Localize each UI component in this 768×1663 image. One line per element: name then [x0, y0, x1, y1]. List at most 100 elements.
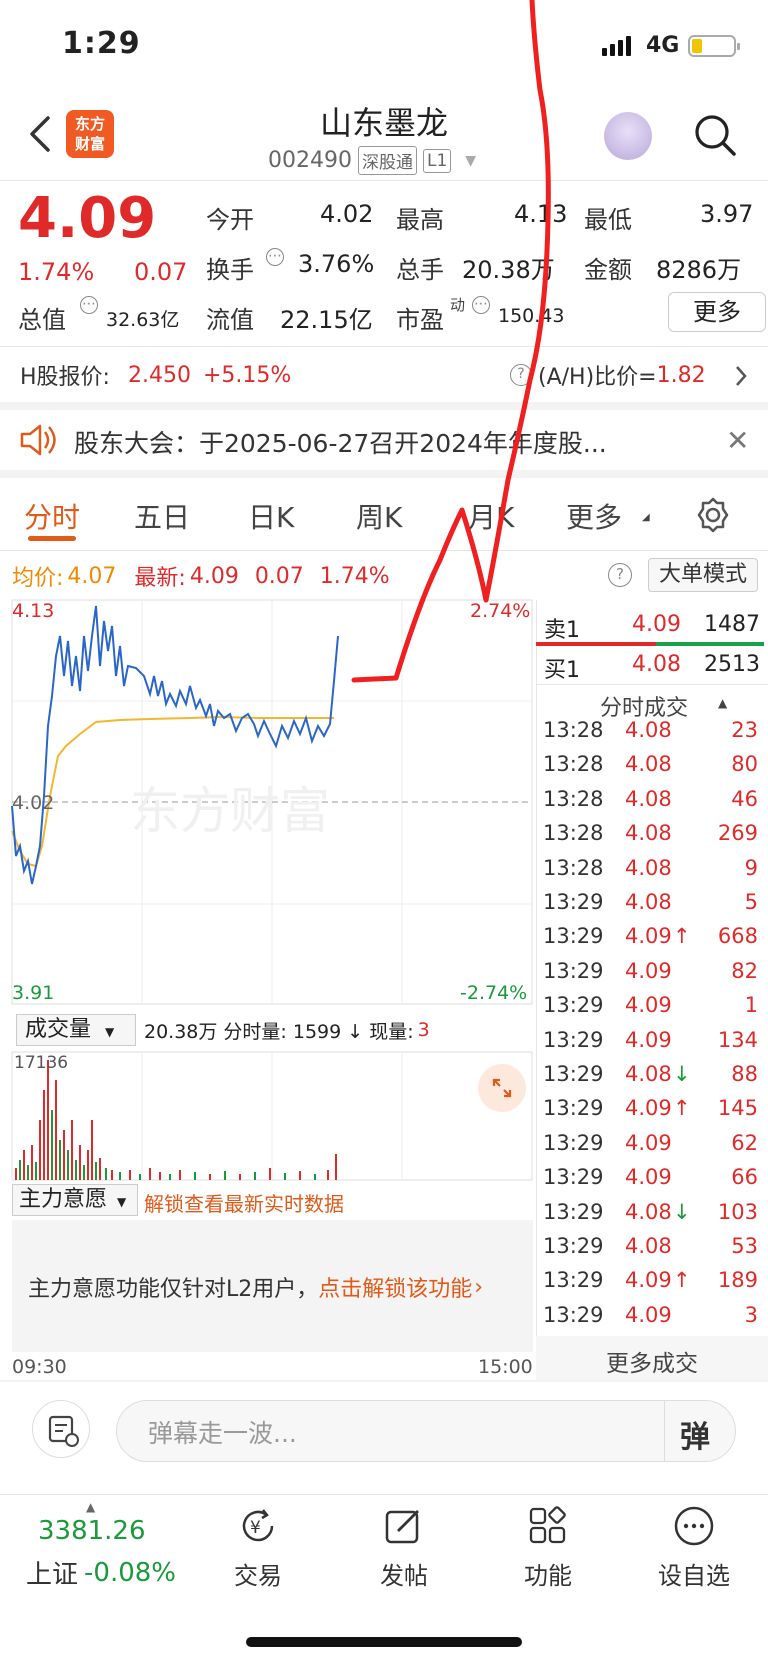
intraday-price-chart[interactable]: 东方财富 [0, 596, 534, 1006]
tab-more[interactable]: 更多 [566, 496, 622, 536]
caret-icon: ◢ [642, 512, 650, 523]
index-row[interactable]: 上证 -0.08% [26, 1554, 176, 1591]
close-icon[interactable]: ✕ [726, 424, 749, 457]
trade-icon[interactable]: ¥ [236, 1504, 280, 1552]
stock-code-row[interactable]: 002490 深股通 L1 ▼ [268, 146, 476, 175]
tab-monthly-k[interactable]: 月K [468, 496, 514, 536]
y-high-label: 4.13 [12, 600, 55, 622]
float-value: 22.15亿 [280, 306, 373, 334]
tab-trade[interactable]: 交易 [208, 1556, 308, 1591]
help-icon[interactable]: ? [510, 364, 532, 386]
main-force-selector[interactable]: 主力意愿 ▼ [12, 1184, 138, 1216]
trade-price: 4.08 [625, 718, 672, 742]
hshare-row[interactable]: H股报价: 2.450 +5.15% [20, 360, 292, 391]
info-icon[interactable]: ⋯ [80, 296, 98, 314]
trade-price: 4.09 [625, 993, 672, 1018]
volume-selector[interactable]: 成交量 ▼ [16, 1014, 136, 1046]
unlock-hint[interactable]: 解锁查看最新实时数据 [144, 1188, 344, 1217]
more-circle-icon[interactable] [672, 1504, 716, 1552]
trade-row: 13:29 4.09 ↑ 189 [543, 1268, 758, 1302]
apps-icon[interactable] [526, 1504, 570, 1552]
trade-row: 13:29 4.09 62 [543, 1131, 758, 1165]
tab-intraday[interactable]: 分时 [24, 496, 80, 536]
trade-row: 13:28 4.08 80 [543, 752, 758, 786]
gear-icon[interactable] [694, 496, 732, 538]
trade-row: 13:28 4.08 9 [543, 856, 758, 890]
expand-icon[interactable] [478, 1064, 526, 1112]
high-value: 4.13 [514, 200, 568, 228]
avg-label: 均价: [12, 566, 64, 591]
trade-row: 13:29 4.08 53 [543, 1234, 758, 1268]
info-icon[interactable]: ⋯ [266, 248, 284, 266]
trade-time: 13:29 [543, 924, 604, 949]
amount-label: 金额 [584, 256, 632, 284]
current-volume: 3 [417, 1019, 430, 1041]
x-end-label: 15:00 [478, 1356, 533, 1378]
tab-daily-k[interactable]: 日K [248, 496, 294, 536]
volume-value: 20.38万 [462, 256, 555, 284]
trade-time: 13:29 [543, 993, 604, 1018]
volume-chart [11, 1051, 533, 1181]
trade-row: 13:29 4.09 ↑ 145 [543, 1096, 758, 1130]
ah-ratio-value: 1.82 [656, 362, 706, 388]
trade-time: 13:29 [543, 1062, 604, 1086]
chevron-right-icon: › [474, 1274, 484, 1300]
trade-direction-icon: ↑ [673, 924, 691, 949]
trade-qty: 66 [731, 1165, 758, 1190]
trade-qty: 46 [731, 786, 758, 811]
latest-change: 0.07 [254, 563, 304, 589]
trade-price: 4.09 [625, 1096, 672, 1121]
high-label: 最高 [396, 206, 444, 234]
ah-ratio: (A/H)比价= 1.82 [538, 360, 706, 391]
trade-price: 4.09 [625, 1027, 672, 1052]
volume-summary: 20.38万 分时量: 1599 ↓ 现量: 3 [144, 1016, 430, 1044]
post-icon[interactable] [382, 1504, 426, 1552]
index-value[interactable]: 3381.26 [38, 1516, 146, 1546]
mktcap-label: 总值 [18, 306, 66, 334]
trade-time: 13:28 [543, 786, 604, 811]
help-icon[interactable]: ? [608, 563, 632, 587]
barrage-button[interactable]: 弹 [680, 1412, 710, 1456]
trade-row: 13:29 4.09 66 [543, 1165, 758, 1199]
volume-max-label: 17136 [14, 1053, 69, 1073]
tab-post[interactable]: 发帖 [354, 1556, 454, 1591]
trade-direction-icon: ↑ [673, 1096, 691, 1121]
tab-five-day[interactable]: 五日 [134, 496, 190, 536]
big-order-mode-button[interactable]: 大单模式 [648, 558, 758, 592]
trade-price: 4.08 [625, 821, 672, 846]
trade-qty: 134 [717, 1027, 758, 1052]
tab-weekly-k[interactable]: 周K [356, 496, 402, 536]
more-button[interactable]: 更多 [668, 292, 766, 332]
shenzhen-connect-tag: 深股通 [357, 146, 417, 175]
ah-ratio-label: (A/H)比价= [538, 365, 657, 390]
comment-input[interactable]: 弹幕走一波... [148, 1414, 297, 1450]
notice-text[interactable]: 股东大会：于2025-06-27召开2024年年度股... [74, 424, 607, 460]
trade-qty: 9 [744, 855, 758, 880]
chart-legend: 均价: 4.07 最新: 4.09 0.07 1.74% [12, 562, 390, 592]
unlock-link[interactable]: 点击解锁该功能 [318, 1271, 472, 1303]
robot-avatar[interactable] [604, 112, 652, 160]
trade-time: 13:29 [543, 1165, 604, 1190]
trade-price: 4.09 [625, 1165, 672, 1190]
divider [536, 600, 537, 1382]
tab-add-watchlist[interactable]: 设自选 [644, 1556, 744, 1591]
home-indicator[interactable] [246, 1637, 522, 1647]
more-trades-button[interactable]: 更多成交 [536, 1344, 768, 1378]
chevron-right-icon[interactable] [734, 364, 748, 392]
sell-pressure-bar [536, 642, 656, 646]
trade-qty: 62 [731, 1130, 758, 1155]
comment-list-icon[interactable] [32, 1400, 90, 1458]
tab-functions[interactable]: 功能 [498, 1556, 598, 1591]
info-icon[interactable]: ⋯ [472, 296, 490, 314]
search-icon[interactable] [692, 112, 738, 158]
status-time: 1:29 [62, 26, 141, 61]
open-label: 今开 [206, 206, 254, 234]
current-price: 4.09 [18, 186, 157, 251]
trade-qty: 23 [731, 718, 758, 742]
low-value: 3.97 [700, 200, 754, 228]
caret-up-icon[interactable]: ▲ [718, 696, 727, 710]
hshare-pct: +5.15% [202, 362, 292, 388]
trade-price: 4.09 [625, 958, 672, 983]
trade-direction-icon: ↓ [673, 1199, 691, 1224]
latest-value: 4.09 [189, 563, 239, 589]
